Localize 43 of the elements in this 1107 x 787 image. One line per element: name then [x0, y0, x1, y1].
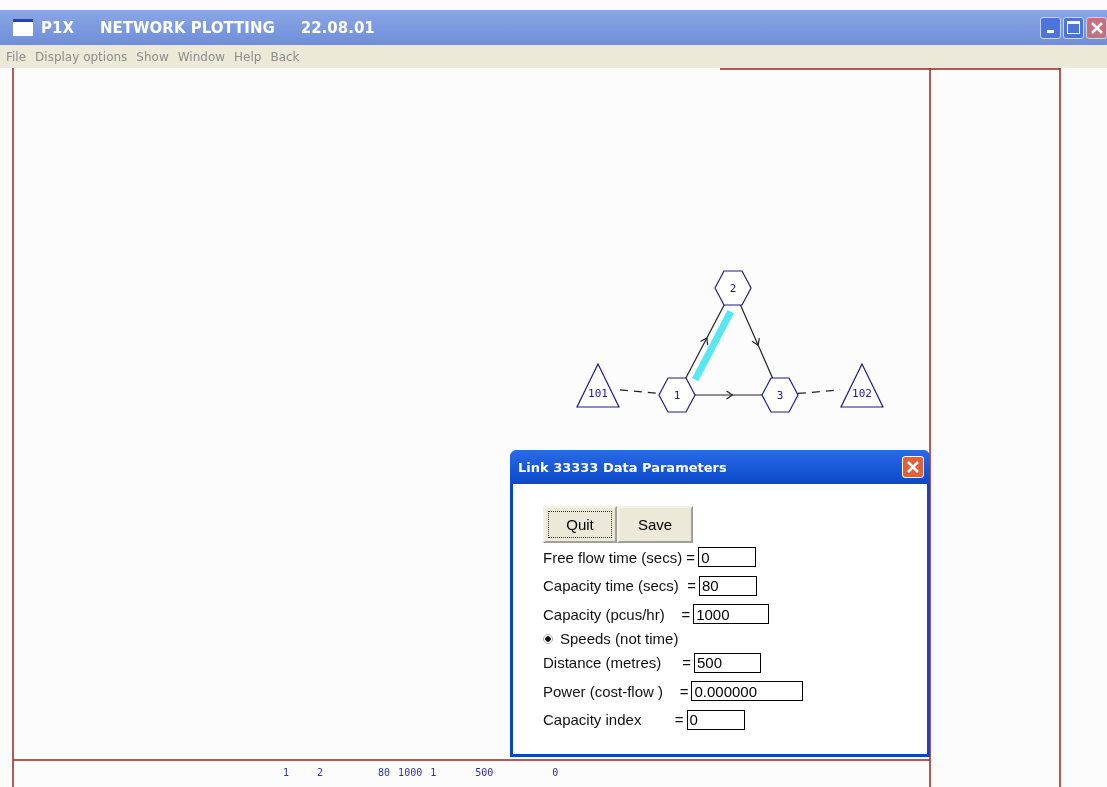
dialog-title: Link 33333 Data Parameters — [518, 459, 727, 475]
input-field[interactable]: 0.000000 — [691, 681, 804, 702]
status-value: 500 — [475, 767, 494, 778]
input-field[interactable]: 80 — [698, 575, 757, 596]
save-button[interactable]: Save — [617, 506, 693, 543]
status-value: 1 — [283, 767, 290, 778]
close-icon — [1089, 20, 1104, 35]
field-label: Free flow time (secs) = — [543, 548, 696, 566]
status-value: 1000 — [398, 767, 423, 778]
field-label: Capacity (pcus/hr) = — [543, 605, 691, 623]
radio-button[interactable] — [543, 633, 553, 644]
input-field[interactable]: 0 — [686, 709, 745, 730]
minimize-button[interactable] — [1040, 16, 1061, 39]
status-value: 2 — [317, 767, 324, 778]
input-field[interactable]: 0 — [698, 547, 757, 568]
node-label: 101 — [588, 387, 608, 400]
app-name: P1X — [41, 18, 74, 37]
field-label: Distance (metres) = — [543, 654, 691, 672]
close-icon — [906, 460, 920, 474]
status-value: 0 — [552, 767, 559, 778]
field-label: Capacity time (secs) = — [543, 577, 696, 595]
input-field[interactable]: 500 — [693, 652, 761, 673]
triangle-node[interactable] — [576, 362, 620, 408]
close-button[interactable] — [1086, 16, 1107, 39]
maximize-button[interactable] — [1063, 16, 1084, 39]
status-value: 80 — [378, 767, 391, 778]
window-icon — [13, 19, 33, 36]
node-label: 102 — [852, 387, 872, 400]
input-field[interactable]: 1000 — [693, 604, 770, 625]
quit-button[interactable]: Quit — [543, 506, 617, 543]
field-label: Capacity index = — [543, 711, 684, 729]
window-title: NETWORK PLOTTING — [100, 18, 275, 37]
hexagon-node[interactable] — [714, 270, 752, 306]
hexagon-node[interactable] — [658, 377, 696, 413]
node-label: 3 — [776, 389, 784, 402]
radio-label: Speeds (not time) — [560, 630, 679, 647]
node-label: 1 — [673, 389, 681, 402]
triangle-node[interactable] — [840, 362, 884, 408]
node-label: 2 — [729, 282, 737, 295]
field-label: Power (cost-flow ) = — [543, 682, 689, 700]
hexagon-node[interactable] — [761, 377, 799, 413]
version-label: 22.08.01 — [300, 18, 375, 37]
status-value: 1 — [430, 767, 437, 778]
